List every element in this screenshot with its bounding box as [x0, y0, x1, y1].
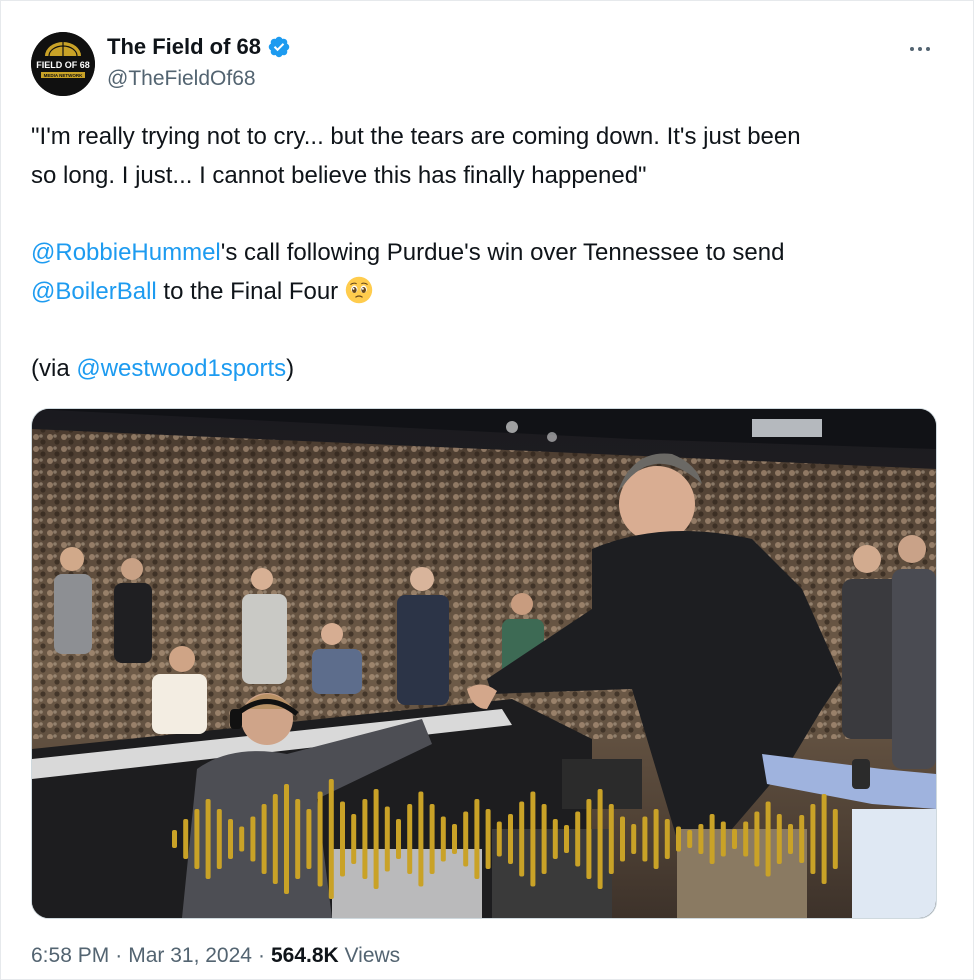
waveform-bar	[664, 819, 670, 859]
waveform-bar	[328, 779, 334, 899]
waveform-bar	[754, 811, 760, 867]
avatar-logo-icon: FIELD OF 68 MEDIA NETWORK	[31, 32, 95, 96]
avatar-text: FIELD OF 68	[36, 60, 90, 70]
waveform-bar	[765, 801, 771, 877]
waveform-bar	[317, 791, 323, 887]
waveform-bar	[407, 804, 413, 874]
footer-separator-2: ·	[257, 944, 265, 967]
waveform-bar	[720, 821, 726, 857]
waveform-bar	[261, 804, 267, 874]
avatar-subtext: MEDIA NETWORK	[44, 73, 84, 78]
waveform-bar	[384, 806, 390, 872]
waveform-bar	[597, 789, 603, 889]
waveform-bar	[564, 825, 569, 853]
mention-westwood1sports[interactable]: @westwood1sports	[76, 355, 286, 382]
tweet-date[interactable]: Mar 31, 2024	[128, 944, 252, 968]
waveform-bar	[620, 816, 625, 862]
waveform-bar	[373, 789, 379, 889]
waveform-bar	[183, 819, 189, 859]
waveform-bar	[832, 809, 838, 869]
waveform-bar	[776, 814, 782, 864]
waveform-bar	[250, 816, 256, 862]
quote-line-1: "I'm really trying not to cry... but the…	[31, 123, 801, 150]
waveform-bar	[541, 804, 547, 874]
verified-badge-icon	[268, 36, 290, 58]
waveform-bar	[205, 799, 211, 879]
waveform-bar	[340, 801, 345, 877]
waveform-bar	[272, 794, 278, 884]
waveform-bar	[194, 809, 200, 869]
waveform-bar	[508, 814, 513, 864]
waveform-bar	[698, 824, 704, 854]
waveform-bar	[228, 819, 233, 859]
waveform-bar	[284, 784, 289, 894]
waveform-bar	[239, 826, 245, 852]
waveform-bar	[552, 819, 558, 859]
waveform-bar	[709, 814, 715, 864]
waveform-bar	[642, 816, 648, 862]
waveform-bar	[687, 830, 693, 848]
author-name-row[interactable]: The Field of 68	[107, 34, 291, 60]
via-prefix: (via	[31, 355, 77, 382]
waveform-bar	[743, 821, 749, 857]
waveform-bar	[575, 811, 581, 867]
waveform-bar	[452, 824, 457, 854]
mention-paragraph: @RobbieHummel's call following Purdue's …	[31, 233, 941, 272]
waveform-bar	[653, 809, 659, 869]
waveform-bar	[172, 830, 177, 848]
footer-separator: ·	[115, 944, 123, 967]
waveform-bar	[586, 799, 592, 879]
waveform-bar	[429, 804, 435, 874]
waveform-bar	[440, 816, 446, 862]
waveform-bar	[362, 799, 368, 879]
waveform-bar	[788, 824, 793, 854]
waveform-bar	[799, 815, 805, 863]
waveform-bar	[306, 809, 312, 869]
tweet-card: FIELD OF 68 MEDIA NETWORK The Field of 6…	[0, 0, 974, 980]
waveform-bar	[418, 791, 424, 887]
via-suffix: )	[286, 355, 295, 382]
waveform-bar	[485, 809, 491, 869]
waveform-bar	[396, 819, 401, 859]
more-options-icon[interactable]	[905, 39, 935, 59]
waveform-bar	[463, 811, 469, 867]
tweet-media-image[interactable]	[31, 408, 937, 919]
tweet-text: "I'm really trying not to cry... but the…	[31, 117, 941, 388]
mention-boilerball[interactable]: @BoilerBall	[31, 278, 157, 305]
waveform-bar	[631, 824, 637, 854]
waveform-bar	[530, 791, 536, 887]
audio-waveform-icon	[172, 779, 838, 899]
views-group[interactable]: 564.8K Views	[271, 944, 400, 968]
text-after-mention-2: to the Final Four	[156, 278, 345, 305]
via-paragraph: (via @westwood1sports)	[31, 349, 941, 388]
views-label: Views	[344, 944, 401, 967]
waveform-bar	[519, 801, 525, 877]
tweet-footer: 6:58 PM · Mar 31, 2024 · 564.8K Views	[31, 944, 400, 968]
author-display-name[interactable]: The Field of 68	[107, 34, 261, 60]
waveform-bar	[216, 809, 222, 869]
pleading-face-emoji	[345, 276, 373, 304]
waveform-bar	[351, 814, 357, 864]
waveform-bar	[810, 804, 816, 874]
waveform-bar	[608, 804, 614, 874]
mention-robbiehummel[interactable]: @RobbieHummel	[31, 239, 221, 266]
mention-paragraph-2: @BoilerBall to the Final Four	[31, 272, 941, 311]
quote-line-2: so long. I just... I cannot believe this…	[31, 162, 647, 189]
views-count: 564.8K	[270, 944, 339, 967]
tweet-time[interactable]: 6:58 PM	[31, 944, 109, 968]
waveform-bar	[676, 826, 681, 852]
waveform-bar	[496, 821, 502, 857]
author-handle[interactable]: @TheFieldOf68	[107, 67, 256, 91]
waveform-bar	[732, 829, 737, 849]
author-avatar[interactable]: FIELD OF 68 MEDIA NETWORK	[31, 32, 95, 96]
waveform-bar	[295, 799, 301, 879]
waveform-bar	[821, 794, 827, 884]
text-after-mention-1: 's call following Purdue's win over Tenn…	[220, 239, 785, 266]
waveform-bar	[474, 799, 480, 879]
